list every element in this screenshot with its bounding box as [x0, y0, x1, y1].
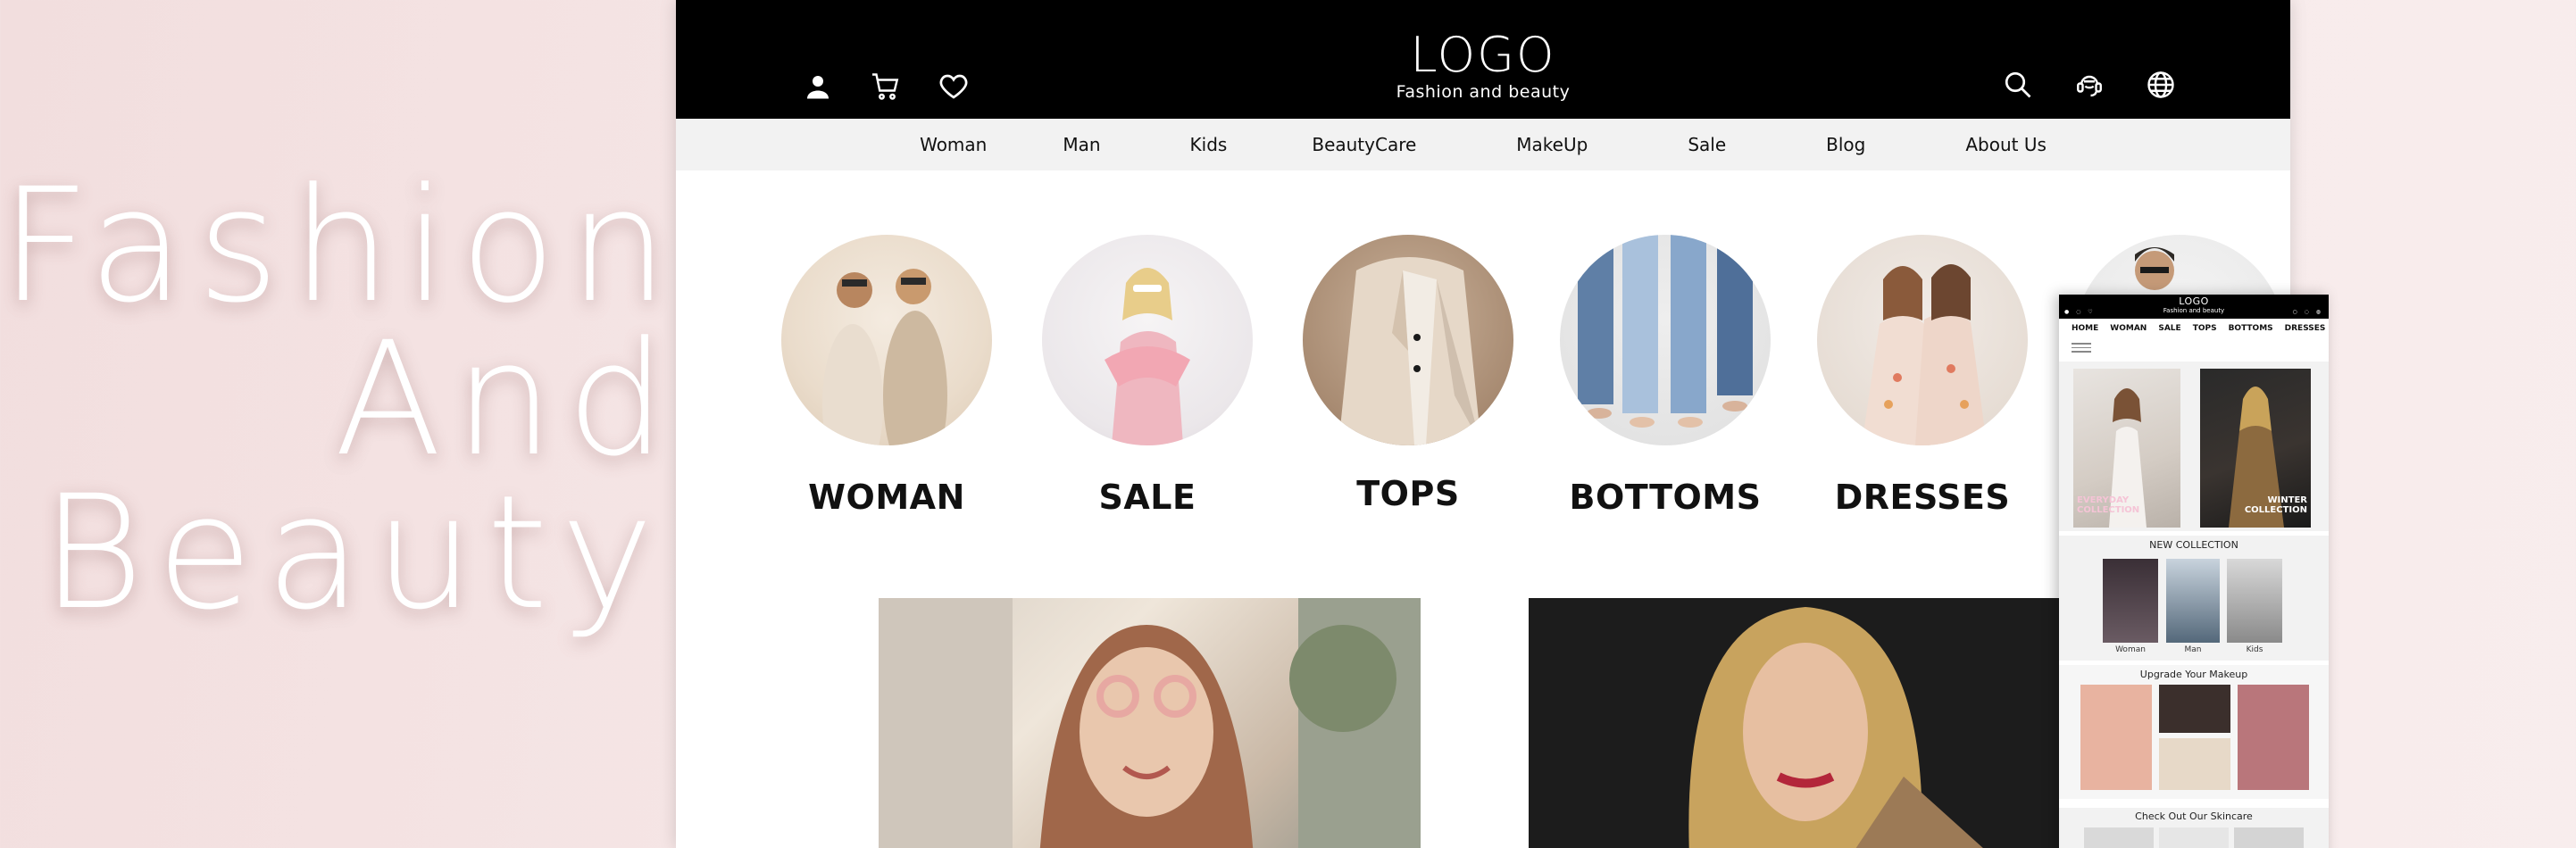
category-bottoms[interactable]: BOTTOMS [1560, 235, 1771, 517]
hero-line-2: And [334, 308, 679, 491]
mobile-new-woman-image[interactable] [2103, 559, 2158, 643]
mobile-nav-home[interactable]: HOME [2072, 324, 2098, 333]
category-sale[interactable]: SALE [1042, 235, 1253, 517]
mobile-new-man-image[interactable] [2166, 559, 2220, 643]
mobile-makeup-image-1[interactable] [2080, 685, 2152, 790]
nav-blog[interactable]: Blog [1826, 134, 1865, 155]
category-bottoms-label: BOTTOMS [1569, 478, 1762, 517]
mobile-hero-right-caption: WINTER COLLECTION [2244, 495, 2307, 515]
category-dresses-image [1817, 235, 2028, 445]
hamburger-menu-icon[interactable] [2072, 343, 2091, 355]
mobile-skincare-title: Check Out Our Skincare [2135, 811, 2253, 822]
nav-about-us[interactable]: About Us [1965, 134, 2047, 155]
nav-kids[interactable]: Kids [1190, 134, 1228, 155]
promo-banner-right[interactable] [1529, 598, 2082, 848]
nav-beautycare[interactable]: BeautyCare [1312, 134, 1416, 155]
mobile-hero-left-caption: EVERYDAY COLLECTION [2077, 495, 2140, 515]
nav-makeup[interactable]: MakeUp [1516, 134, 1588, 155]
category-dresses-label: DRESSES [1834, 478, 2011, 517]
mobile-nav-bottoms[interactable]: BOTTOMS [2229, 324, 2273, 333]
header-icons-right [2001, 68, 2178, 102]
mobile-nav: HOME WOMAN SALE TOPS BOTTOMS DRESSES M [2059, 319, 2329, 338]
mobile-hero: EVERYDAY COLLECTION WINTER COLLECTION [2059, 362, 2329, 531]
mobile-header-icons-left[interactable]: ● ◌ ♡ [2064, 309, 2096, 315]
globe-icon[interactable] [2144, 68, 2178, 102]
mobile-header: ● ◌ ♡ LOGO Fashion and beauty ○ ◌ ◍ [2059, 295, 2329, 319]
mobile-skincare-image-3[interactable] [2234, 827, 2304, 848]
category-dresses[interactable]: DRESSES [1817, 235, 2028, 517]
mobile-mockup: ● ◌ ♡ LOGO Fashion and beauty ○ ◌ ◍ HOME… [2059, 295, 2329, 848]
category-sale-label: SALE [1098, 478, 1196, 517]
support-icon[interactable] [2072, 68, 2106, 102]
mobile-new-kids-label: Kids [2246, 645, 2263, 654]
mobile-makeup-image-4[interactable] [2238, 685, 2309, 790]
hero-line-3: Beauty [40, 461, 666, 644]
mobile-logo-title[interactable]: LOGO [2059, 295, 2329, 307]
category-tops[interactable]: TOPS [1303, 235, 1513, 513]
hero-title: Fashion And Beauty [0, 154, 681, 644]
mobile-makeup-title: Upgrade Your Makeup [2139, 669, 2248, 680]
category-bottoms-image [1560, 235, 1771, 445]
category-tops-image [1303, 235, 1513, 445]
mobile-logo-subtitle: Fashion and beauty [2163, 307, 2225, 314]
category-tops-label: TOPS [1356, 474, 1460, 513]
nav-woman[interactable]: Woman [920, 134, 987, 155]
main-nav: Woman Man Kids BeautyCare MakeUp Sale Bl… [676, 119, 2290, 170]
mobile-new-kids-image[interactable] [2227, 559, 2282, 643]
nav-sale[interactable]: Sale [1688, 134, 1726, 155]
mobile-makeup-image-3[interactable] [2159, 738, 2230, 790]
mobile-new-woman-label: Woman [2115, 645, 2146, 654]
category-woman-image [781, 235, 992, 445]
mobile-header-icons-right[interactable]: ○ ◌ ◍ [2292, 309, 2323, 315]
mobile-makeup-image-2[interactable] [2159, 685, 2230, 733]
category-woman-label: WOMAN [808, 478, 965, 517]
mobile-skincare-image-2[interactable] [2159, 827, 2229, 848]
mobile-nav-tops[interactable]: TOPS [2193, 324, 2217, 333]
category-sale-image [1042, 235, 1253, 445]
search-icon[interactable] [2001, 68, 2035, 102]
category-woman[interactable]: WOMAN [781, 235, 992, 517]
mobile-nav-sale[interactable]: SALE [2158, 324, 2180, 333]
hero-line-1: Fashion [0, 154, 681, 337]
promo-banner-left[interactable] [879, 598, 1421, 848]
site-header: LOGO Fashion and beauty [676, 0, 2290, 119]
mobile-nav-dresses[interactable]: DRESSES [2285, 324, 2326, 333]
mobile-nav-woman[interactable]: WOMAN [2110, 324, 2147, 333]
mobile-skincare-image-1[interactable] [2084, 827, 2154, 848]
mobile-new-man-label: Man [2184, 645, 2202, 654]
desktop-mockup: LOGO Fashion and beauty Woman Man Kids B… [676, 0, 2290, 848]
nav-man[interactable]: Man [1063, 134, 1100, 155]
mobile-new-collection-title: NEW COLLECTION [2149, 539, 2238, 551]
